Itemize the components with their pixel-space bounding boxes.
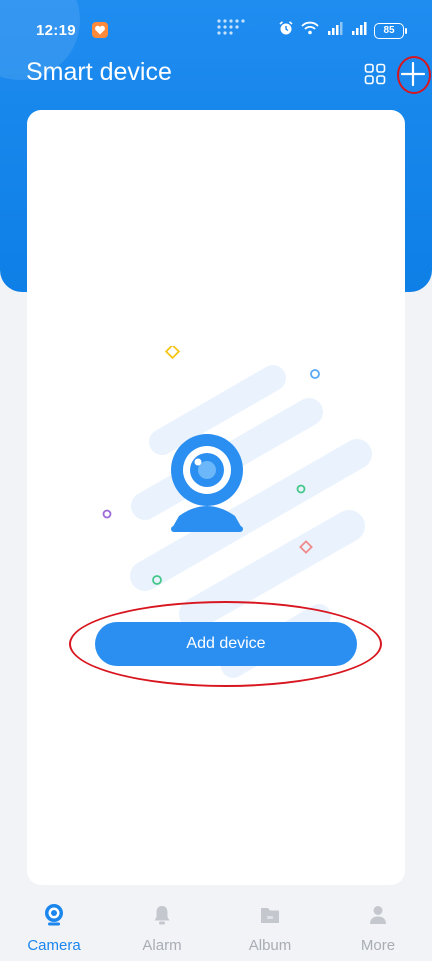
status-time: 12:19 [36,22,76,39]
status-bar: 12:19 85 [0,0,432,56]
yellow-diamond [164,346,181,360]
user-icon [370,906,386,924]
purple-circle-decoration [102,509,112,519]
tab-camera-label: Camera [27,937,81,954]
alarm-clock-icon [278,20,294,41]
bell-icon [154,906,170,925]
grid-view-icon [364,63,386,85]
add-icon-button[interactable] [396,57,430,91]
tab-alarm-label: Alarm [142,937,182,954]
camera-icon [45,904,63,926]
grid-view-button[interactable] [361,60,389,88]
dots-grid-icon [216,18,246,43]
status-icons: 85 [278,20,407,41]
signal-strength-icon-2 [350,20,368,41]
tab-more-label: More [360,937,396,954]
signal-strength-icon-1 [326,20,344,41]
bottom-navigation: Camera Alarm Album More [0,893,432,961]
tab-alarm[interactable]: Alarm [108,893,216,961]
blue-circle-decoration [310,369,320,379]
tab-album[interactable]: Album [216,893,324,961]
battery-icon: 85 [374,22,407,39]
battery-level: 85 [383,25,395,36]
wifi-icon [300,20,320,41]
page-title: Smart device [26,58,172,86]
notification-heart-icon [92,22,108,38]
folder-icon [261,908,279,923]
device-list-card: Add device [27,110,405,885]
webcam-icon [171,434,243,532]
tab-album-label: Album [248,937,292,954]
tab-camera[interactable]: Camera [0,893,108,961]
plus-icon [400,61,426,87]
add-device-button[interactable]: Add device [95,622,357,666]
tab-more[interactable]: More [324,893,432,961]
